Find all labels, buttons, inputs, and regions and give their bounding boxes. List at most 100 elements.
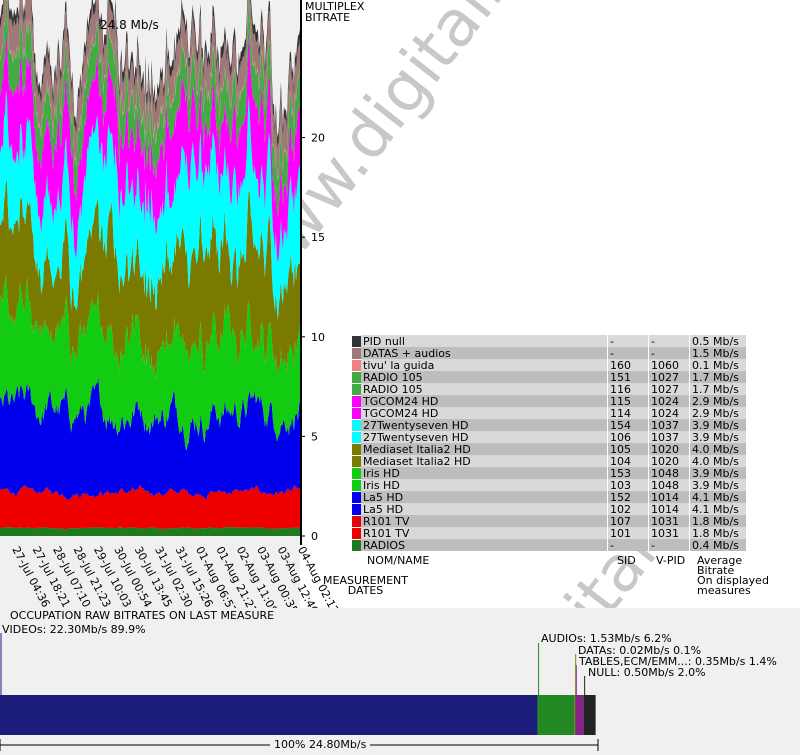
legend-swatch-color	[352, 455, 361, 467]
legend-sid: 152	[608, 491, 648, 503]
legend-swatch-color	[352, 395, 361, 407]
occupation-panel: OCCUPATION RAW BITRATES ON LAST MEASURE …	[0, 608, 800, 755]
legend-sid: -	[608, 347, 648, 359]
chart-title: MULTIPLEX BITRATE	[305, 0, 365, 24]
y-tick-label: 5	[311, 430, 318, 443]
occupation-segment-4	[583, 695, 596, 735]
legend-sid: 101	[608, 527, 648, 539]
legend-name: La5 HD	[361, 503, 607, 515]
legend-vpid: 1024	[649, 395, 689, 407]
legend-name: 27Twentyseven HD	[361, 419, 607, 431]
legend-vpid: 1037	[649, 419, 689, 431]
legend-header-sid: SID	[617, 554, 636, 567]
legend-swatch	[352, 443, 361, 455]
legend-swatch	[352, 347, 361, 359]
legend-vpid: 1014	[649, 491, 689, 503]
legend-vpid: -	[649, 335, 689, 347]
legend-vpid: -	[649, 539, 689, 551]
legend-swatch-color	[352, 371, 361, 383]
legend-swatch-color	[352, 539, 361, 551]
legend-row: La5 HD 152 1014 4.1 Mb/s	[352, 491, 746, 503]
legend-sid: 102	[608, 503, 648, 515]
legend-sid: 104	[608, 455, 648, 467]
legend-vpid: 1037	[649, 431, 689, 443]
legend-name: R101 TV	[361, 527, 607, 539]
x-axis-title: MEASUREMENT DATES	[323, 575, 408, 596]
legend-avg: 4.0 Mb/s	[690, 443, 746, 455]
legend-swatch-color	[352, 515, 361, 527]
legend-vpid: 1027	[649, 383, 689, 395]
legend-name: Mediaset Italia2 HD	[361, 443, 607, 455]
legend-sid: 153	[608, 467, 648, 479]
legend-row: Iris HD 153 1048 3.9 Mb/s	[352, 467, 746, 479]
legend-sid: 114	[608, 407, 648, 419]
legend-vpid: 1020	[649, 443, 689, 455]
legend-name: TGCOM24 HD	[361, 407, 607, 419]
legend-avg: 3.9 Mb/s	[690, 431, 746, 443]
legend-swatch	[352, 491, 361, 503]
legend-swatch	[352, 467, 361, 479]
legend-swatch	[352, 503, 361, 515]
legend-vpid: 1048	[649, 479, 689, 491]
legend-name: Iris HD	[361, 479, 607, 491]
legend-name: 27Twentyseven HD	[361, 431, 607, 443]
series-area-radios	[0, 526, 300, 536]
legend-name: TGCOM24 HD	[361, 395, 607, 407]
legend-sid: -	[608, 335, 648, 347]
legend-swatch	[352, 335, 361, 347]
legend-avg: 1.7 Mb/s	[690, 383, 746, 395]
legend-name: RADIO 105	[361, 371, 607, 383]
legend-name: PID null	[361, 335, 607, 347]
legend-name: tivu' la guida	[361, 359, 607, 371]
service-legend-table: PID null - -0.5 Mb/s DATAS + audios - -1.5 Mb…	[352, 335, 746, 551]
legend-swatch	[352, 419, 361, 431]
legend-avg: 0.5 Mb/s	[690, 335, 746, 347]
legend-swatch-color	[352, 431, 361, 443]
legend-name: La5 HD	[361, 491, 607, 503]
legend-vpid: 1060	[649, 359, 689, 371]
legend-avg: 3.9 Mb/s	[690, 467, 746, 479]
legend-sid: 105	[608, 443, 648, 455]
legend-row: RADIOS - -0.4 Mb/s	[352, 539, 746, 551]
y-tick-label: 20	[311, 132, 325, 145]
legend-swatch	[352, 527, 361, 539]
legend-swatch	[352, 359, 361, 371]
legend-swatch	[352, 371, 361, 383]
legend-swatch	[352, 539, 361, 551]
legend-vpid: 1027	[649, 371, 689, 383]
legend-sid: 103	[608, 479, 648, 491]
legend-vpid: 1014	[649, 503, 689, 515]
legend-avg: 3.9 Mb/s	[690, 479, 746, 491]
legend-swatch-color	[352, 467, 361, 479]
legend-row: La5 HD 102 1014 4.1 Mb/s	[352, 503, 746, 515]
legend-swatch-color	[352, 347, 361, 359]
legend-sid: -	[608, 539, 648, 551]
legend-name: Mediaset Italia2 HD	[361, 455, 607, 467]
legend-header-name: NOM/NAME	[367, 554, 430, 567]
legend-avg: 1.5 Mb/s	[690, 347, 746, 359]
legend-sid: 160	[608, 359, 648, 371]
legend-avg: 3.9 Mb/s	[690, 419, 746, 431]
legend-avg: 2.9 Mb/s	[690, 407, 746, 419]
legend-sid: 115	[608, 395, 648, 407]
occupation-bar	[0, 633, 599, 751]
legend-swatch-color	[352, 407, 361, 419]
legend-swatch	[352, 383, 361, 395]
legend-swatch	[352, 515, 361, 527]
legend-swatch-color	[352, 443, 361, 455]
chart-total-label: 24.8 Mb/s	[100, 18, 159, 32]
legend-vpid: -	[649, 347, 689, 359]
legend-row: TGCOM24 HD 115 1024 2.9 Mb/s	[352, 395, 746, 407]
legend-row: Mediaset Italia2 HD 105 1020 4.0 Mb/s	[352, 443, 746, 455]
legend-row: R101 TV 107 1031 1.8 Mb/s	[352, 515, 746, 527]
legend-row: Mediaset Italia2 HD 104 1020 4.0 Mb/s	[352, 455, 746, 467]
occupation-segment-0	[0, 695, 538, 735]
y-tick-label: 10	[311, 331, 325, 344]
legend-name: RADIOS	[361, 539, 607, 551]
legend-vpid: 1048	[649, 467, 689, 479]
legend-avg: 1.8 Mb/s	[690, 527, 746, 539]
legend-header-vpid: V-PID	[656, 554, 686, 567]
legend-swatch-color	[352, 419, 361, 431]
legend-vpid: 1020	[649, 455, 689, 467]
legend-avg: 1.7 Mb/s	[690, 371, 746, 383]
